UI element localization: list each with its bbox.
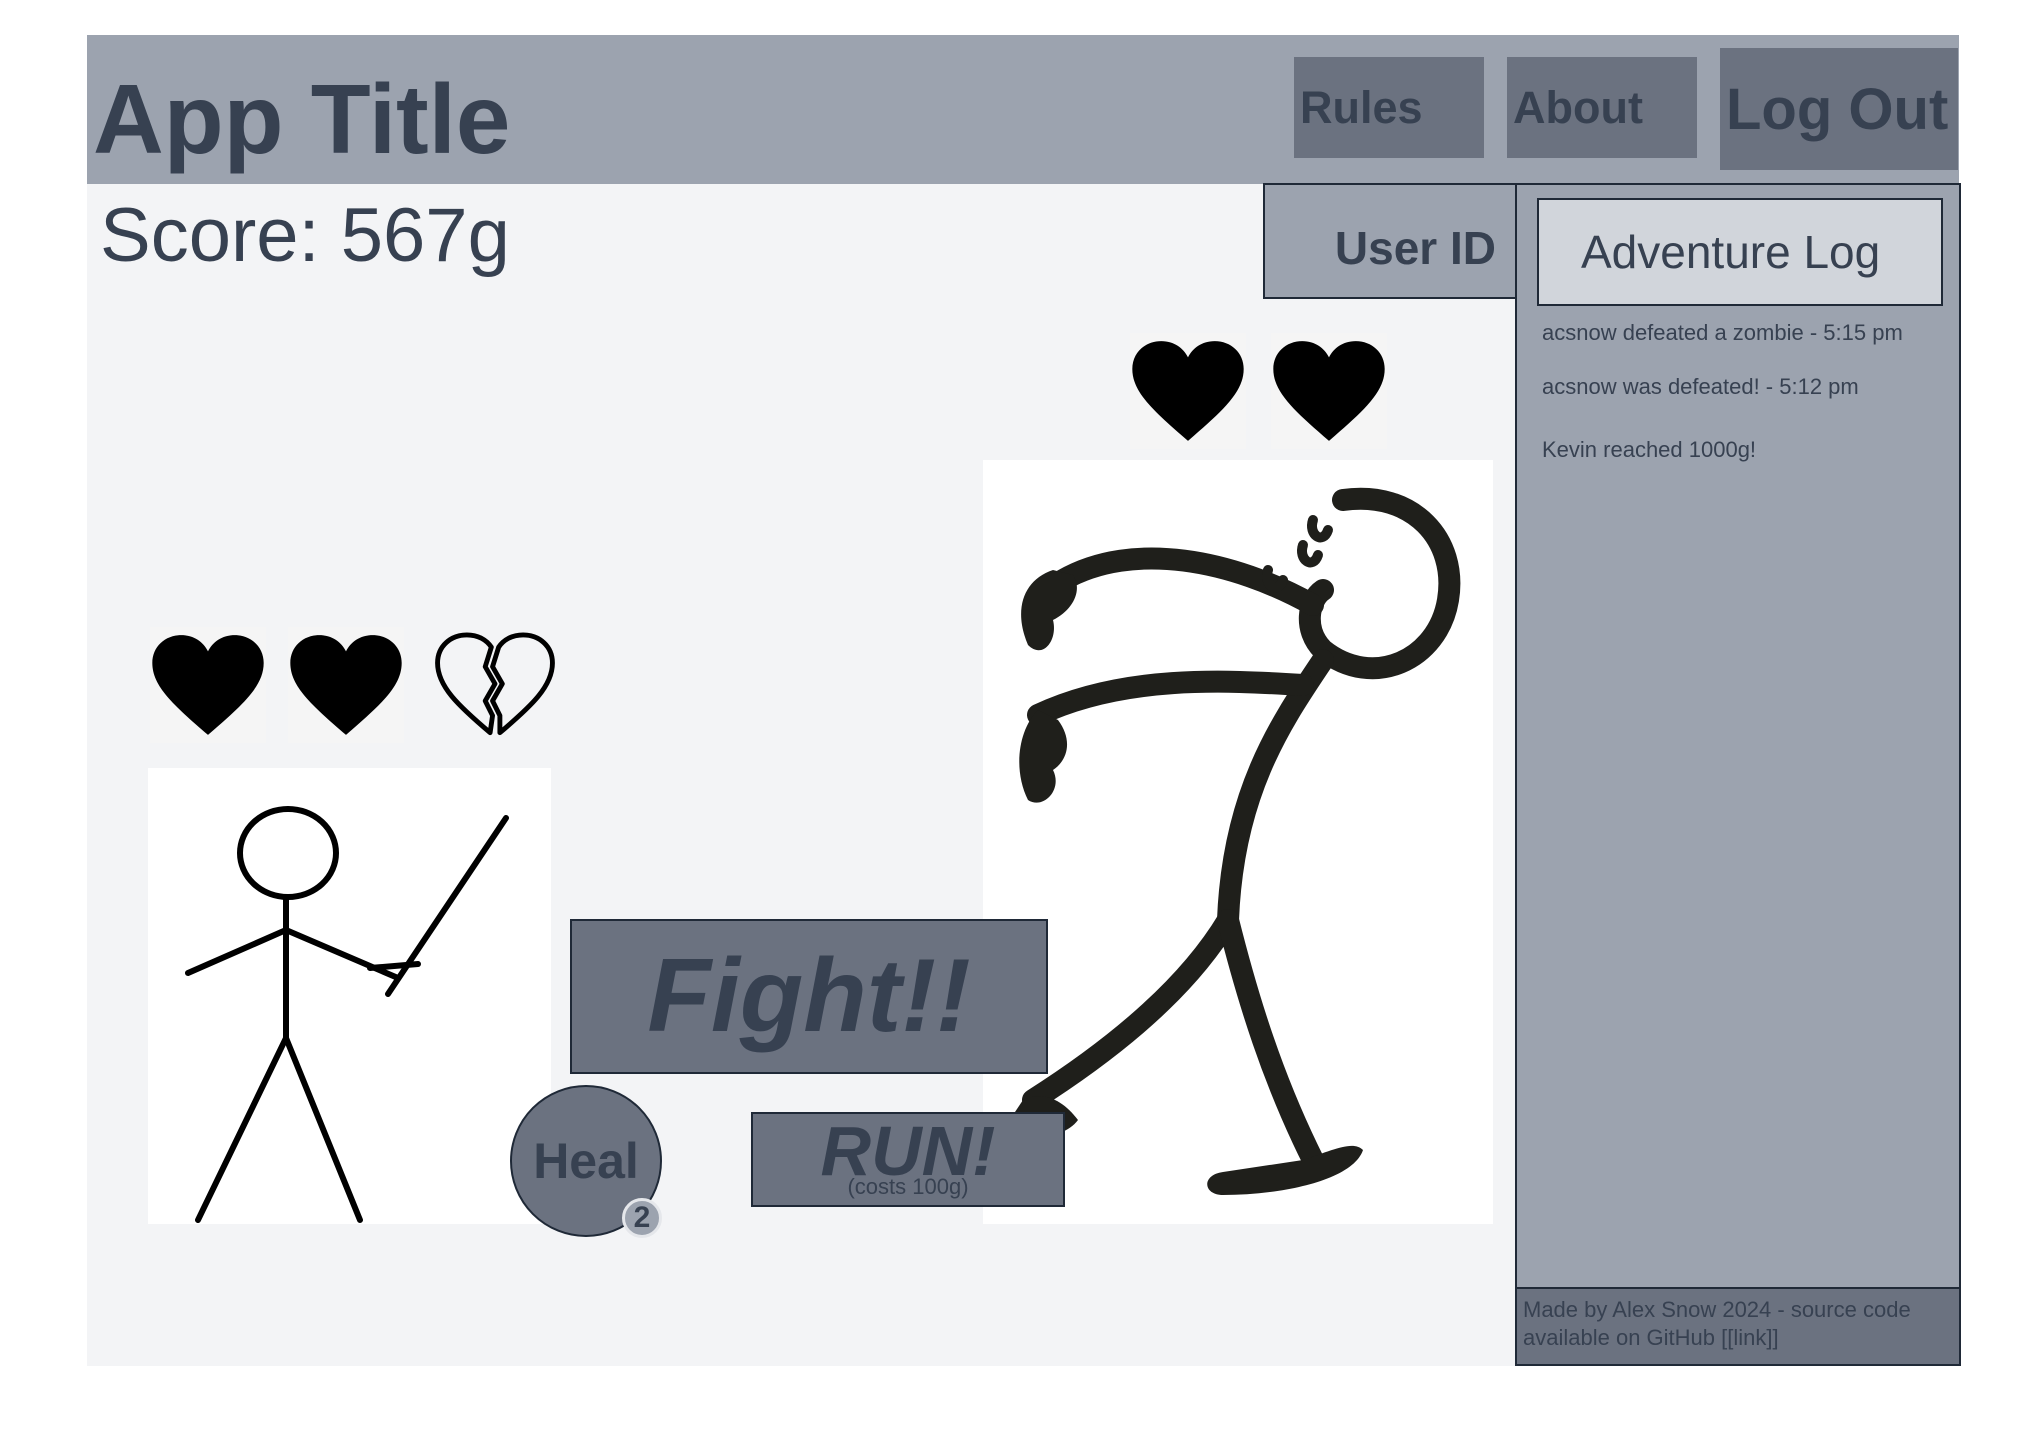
enemy-full-heart-icon — [1271, 333, 1387, 449]
run-button[interactable]: RUN! (costs 100g) — [751, 1112, 1065, 1207]
log-entry: acsnow was defeated! - 5:12 pm — [1542, 374, 1859, 399]
adventure-log-panel — [1515, 183, 1961, 1366]
score-display: Score: 567g — [100, 193, 510, 278]
heal-count-badge: 2 — [622, 1198, 662, 1238]
rules-button[interactable]: Rules — [1294, 57, 1484, 158]
stick-figure-with-sword-icon — [185, 806, 509, 1223]
fight-button[interactable]: Fight!! — [570, 919, 1048, 1074]
player-full-heart-icon — [288, 627, 404, 743]
zombie-enemy-card — [983, 460, 1493, 1224]
run-cost-label: (costs 100g) — [847, 1174, 969, 1199]
log-entry: Kevin reached 1000g! — [1542, 437, 1757, 462]
player-full-heart-icon — [150, 627, 266, 743]
broken-heart-icon — [430, 627, 560, 743]
enemy-full-heart-icon — [1130, 333, 1246, 449]
user-id-button[interactable]: User ID — [1263, 183, 1518, 299]
adventure-log-title: Adventure Log — [1537, 198, 1943, 306]
about-button[interactable]: About — [1507, 57, 1697, 158]
app-title: App Title — [93, 64, 511, 174]
log-entry: acsnow defeated a zombie - 5:15 pm — [1542, 320, 1903, 345]
zombie-stick-figure-icon — [1003, 487, 1461, 1195]
player-character-card — [148, 768, 551, 1224]
footer-credits: Made by Alex Snow 2024 - source code ava… — [1515, 1287, 1961, 1366]
log-out-button[interactable]: Log Out — [1720, 48, 1958, 170]
